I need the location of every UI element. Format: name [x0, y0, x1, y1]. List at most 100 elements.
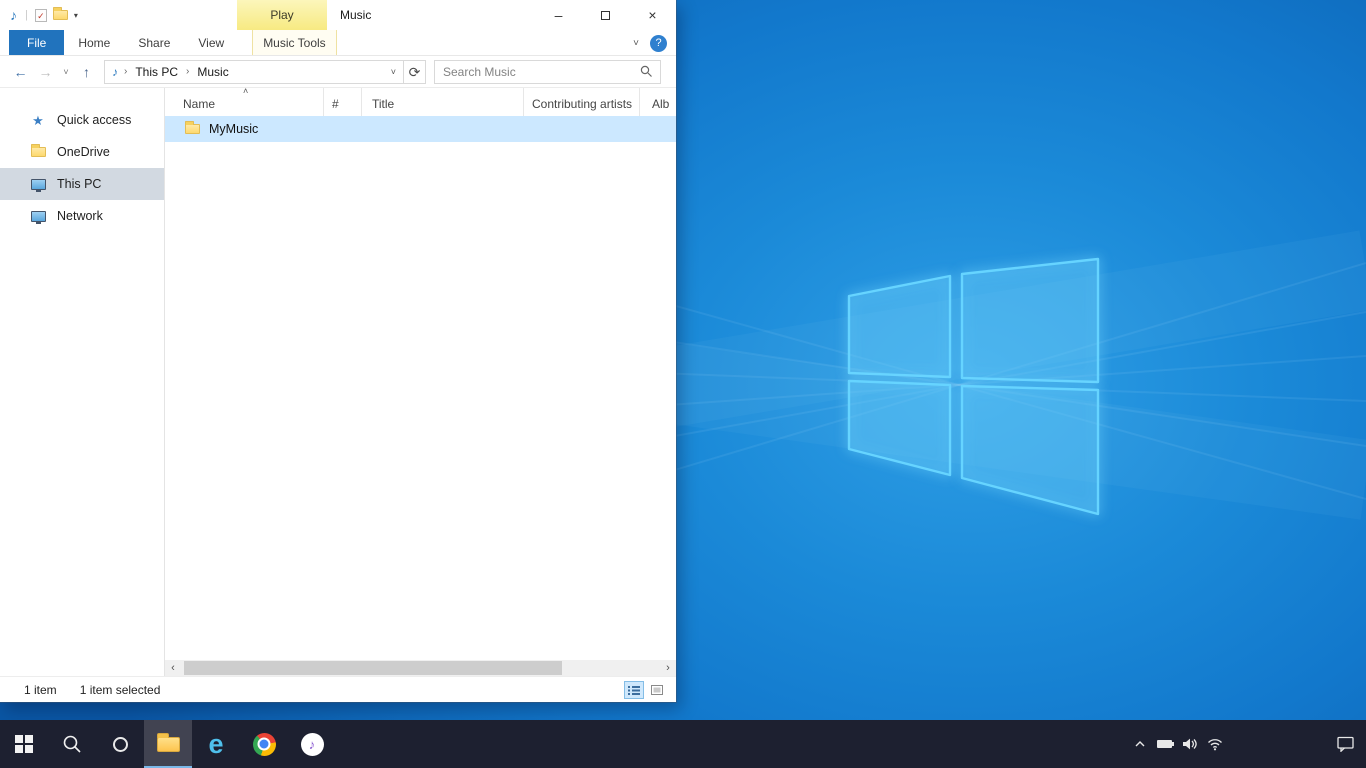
onedrive-folder-icon: [30, 147, 46, 157]
tab-home[interactable]: Home: [64, 30, 124, 55]
tray-volume-button[interactable]: [1177, 720, 1202, 768]
breadcrumb-music[interactable]: Music: [192, 65, 233, 79]
wifi-icon: [1207, 738, 1223, 751]
column-header-number[interactable]: #: [324, 88, 362, 116]
qat-customize-chevron-icon[interactable]: ▾: [74, 11, 78, 20]
search-icon: [62, 734, 82, 754]
address-dropdown-chevron-icon[interactable]: ˅: [384, 67, 403, 77]
column-header-label: Name: [183, 97, 215, 111]
details-view-icon: [628, 685, 640, 695]
maximize-icon: [601, 11, 610, 20]
properties-icon[interactable]: ✓: [35, 9, 47, 22]
cortana-icon: [113, 737, 128, 752]
windows-logo-icon: [849, 259, 1098, 514]
breadcrumb-separator-icon: ›: [183, 66, 192, 77]
column-headers: ˄ Name # Title Contributing artists Alb: [165, 88, 676, 116]
star-glyph: ★: [32, 114, 44, 127]
sidebar-item-label: OneDrive: [57, 145, 110, 159]
sort-ascending-icon: ˄: [243, 88, 248, 96]
tab-music-tools[interactable]: Music Tools: [252, 30, 336, 55]
chevron-up-icon: [1134, 739, 1146, 749]
file-explorer-icon: [157, 737, 180, 752]
sidebar-item-onedrive[interactable]: OneDrive: [0, 136, 164, 168]
music-app-icon: ♪: [10, 7, 17, 23]
taskbar-search-button[interactable]: [48, 720, 96, 768]
taskbar-file-explorer-button[interactable]: [144, 720, 192, 768]
start-button[interactable]: [0, 720, 48, 768]
horizontal-scrollbar[interactable]: ‹ ›: [165, 660, 676, 676]
cortana-button[interactable]: [96, 720, 144, 768]
tab-file[interactable]: File: [9, 30, 64, 55]
taskbar-chrome-button[interactable]: [240, 720, 288, 768]
network-icon: [30, 211, 46, 222]
desktop[interactable]: ♪ | ✓ ▾ Play Music – × File Home Share V…: [0, 0, 1366, 768]
sidebar-item-this-pc[interactable]: This PC: [0, 168, 164, 200]
monitor-glyph: [31, 211, 46, 222]
help-button[interactable]: ?: [650, 35, 667, 52]
expand-ribbon-chevron-icon[interactable]: ˅: [633, 38, 639, 49]
file-row-mymusic[interactable]: MyMusic: [165, 116, 676, 142]
close-button[interactable]: ×: [629, 0, 676, 30]
itunes-icon: ♪: [301, 733, 324, 756]
minimize-button[interactable]: –: [535, 0, 582, 30]
file-name: MyMusic: [209, 122, 258, 136]
taskbar-internet-explorer-button[interactable]: e: [192, 720, 240, 768]
titlebar: ♪ | ✓ ▾ Play Music – ×: [0, 0, 676, 30]
computer-icon: [30, 179, 46, 190]
address-box[interactable]: ♪ › This PC › Music ˅: [104, 60, 404, 84]
item-count: 1 item: [24, 683, 57, 697]
up-button[interactable]: ↑: [74, 64, 99, 80]
folder-glyph: [31, 147, 46, 157]
status-bar: 1 item 1 item selected: [0, 676, 676, 702]
internet-explorer-icon: e: [208, 731, 223, 758]
column-header-contributing-artists[interactable]: Contributing artists: [524, 88, 640, 116]
window-body: ★ Quick access OneDrive This PC: [0, 88, 676, 676]
scrollbar-track[interactable]: [181, 660, 660, 676]
system-tray: [1127, 720, 1366, 768]
taskbar: e ♪: [0, 720, 1366, 768]
search-icon: [640, 65, 653, 78]
taskbar-empty-area: [1227, 720, 1333, 768]
monitor-glyph: [31, 179, 46, 190]
tray-network-button[interactable]: [1202, 720, 1227, 768]
selection-count: 1 item selected: [80, 683, 161, 697]
breadcrumb-separator-icon: ›: [121, 66, 130, 77]
tray-show-hidden-icons-button[interactable]: [1127, 720, 1152, 768]
large-icons-view-button[interactable]: [647, 681, 667, 699]
back-button[interactable]: ←: [8, 64, 33, 80]
search-box[interactable]: [434, 60, 661, 84]
tab-view[interactable]: View: [184, 30, 238, 55]
folder-icon: [185, 124, 200, 134]
qat-separator: |: [25, 9, 28, 21]
contextual-tab-header-play[interactable]: Play: [237, 0, 327, 30]
window-title: Music: [340, 0, 371, 30]
tab-share[interactable]: Share: [124, 30, 184, 55]
forward-button[interactable]: →: [33, 64, 58, 80]
window-controls: – ×: [535, 0, 676, 30]
music-note-glyph: ♪: [309, 737, 316, 752]
file-list-pane[interactable]: ˄ Name # Title Contributing artists Alb …: [165, 88, 676, 676]
maximize-button[interactable]: [582, 0, 629, 30]
sidebar-item-label: Network: [57, 209, 103, 223]
action-center-icon: [1337, 736, 1354, 752]
new-folder-icon[interactable]: [53, 10, 68, 20]
recent-locations-chevron-icon[interactable]: ˅: [58, 67, 74, 77]
scroll-right-arrow[interactable]: ›: [660, 660, 676, 676]
ribbon-tab-row: File Home Share View Music Tools ˅ ?: [0, 30, 676, 56]
breadcrumb-this-pc[interactable]: This PC: [130, 65, 183, 79]
column-header-name[interactable]: ˄ Name: [165, 88, 324, 116]
column-header-title[interactable]: Title: [362, 88, 524, 116]
tray-battery-button[interactable]: [1152, 720, 1177, 768]
details-view-button[interactable]: [624, 681, 644, 699]
sidebar-item-network[interactable]: Network: [0, 200, 164, 232]
taskbar-itunes-button[interactable]: ♪: [288, 720, 336, 768]
search-input[interactable]: [435, 65, 640, 79]
action-center-button[interactable]: [1333, 720, 1358, 768]
view-toggles: [624, 681, 667, 699]
refresh-button[interactable]: ⟳: [404, 60, 426, 84]
column-header-album[interactable]: Alb: [640, 88, 676, 116]
music-folder-icon: ♪: [112, 65, 118, 79]
scrollbar-thumb[interactable]: [184, 661, 562, 675]
scroll-left-arrow[interactable]: ‹: [165, 660, 181, 676]
sidebar-item-quick-access[interactable]: ★ Quick access: [0, 104, 164, 136]
